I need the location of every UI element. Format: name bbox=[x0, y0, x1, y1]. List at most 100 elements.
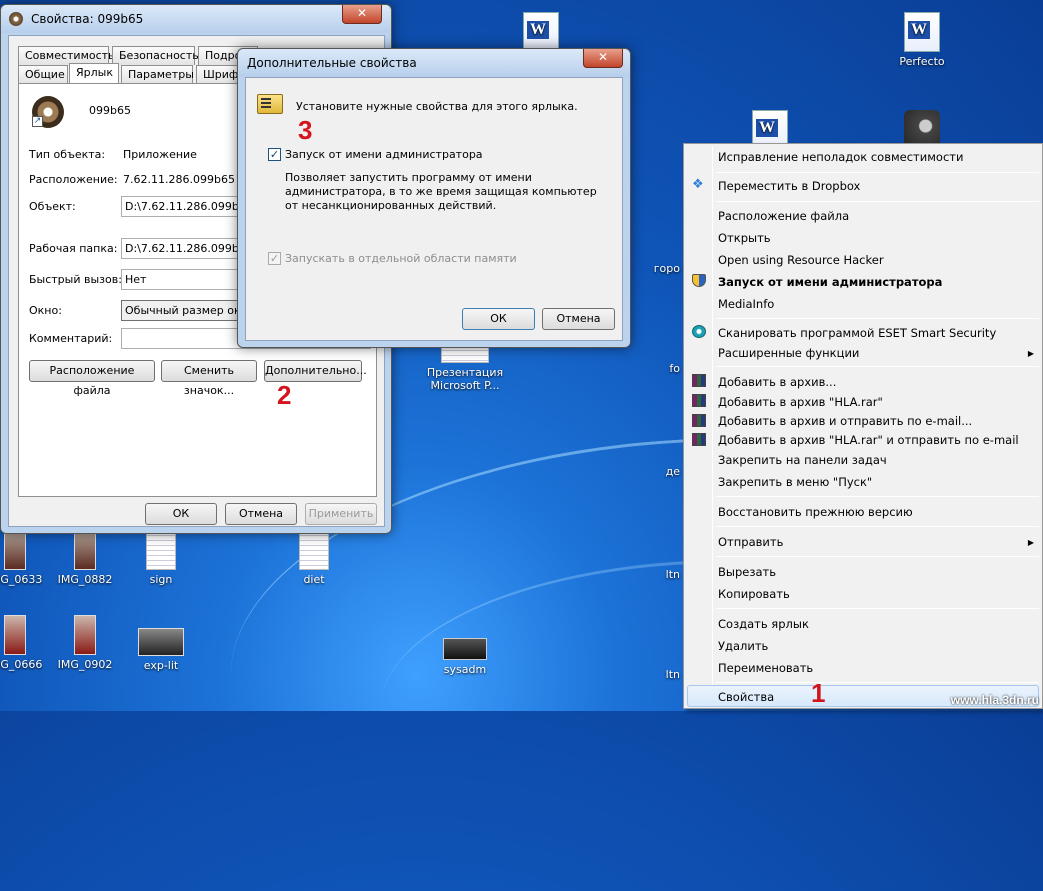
location-label: Расположение: bbox=[29, 173, 118, 186]
desktop-icon-partial[interactable]: ltn bbox=[618, 568, 680, 581]
change-icon-button[interactable]: Сменить значок... bbox=[161, 360, 257, 397]
menu-item-delete[interactable]: Удалить bbox=[718, 639, 768, 653]
menu-separator bbox=[716, 608, 1039, 609]
menu-item-add-to-hla-rar[interactable]: Добавить в архив "HLA.rar" bbox=[718, 395, 883, 409]
separate-memory-label: Запускать в отдельной области памяти bbox=[285, 252, 517, 265]
desktop-icon-label: exp-lit bbox=[143, 659, 179, 672]
desktop-icon-label: fo bbox=[669, 362, 680, 375]
image-thumbnail-icon bbox=[443, 638, 487, 660]
menu-item-hla-rar-and-email[interactable]: Добавить в архив "HLA.rar" и отправить п… bbox=[718, 433, 1019, 447]
menu-item-cut[interactable]: Вырезать bbox=[718, 565, 776, 579]
desktop-icon-explit[interactable]: exp-lit bbox=[118, 628, 204, 672]
menu-item-move-to-dropbox[interactable]: Переместить в Dropbox bbox=[718, 179, 860, 193]
menu-item-properties[interactable]: Свойства bbox=[718, 690, 774, 704]
menu-item-run-as-admin[interactable]: Запуск от имени администратора bbox=[718, 275, 942, 289]
winrar-icon bbox=[692, 433, 706, 446]
desktop-icon-label: ltn bbox=[665, 668, 680, 681]
cancel-button[interactable]: Отмена bbox=[225, 503, 297, 525]
separate-memory-checkbox[interactable]: ✓ bbox=[268, 252, 281, 265]
type-value: Приложение bbox=[123, 148, 197, 161]
menu-item-open[interactable]: Открыть bbox=[718, 231, 771, 245]
menu-item-extended-functions[interactable]: Расширенные функции bbox=[718, 346, 859, 360]
desktop-icon-label: IMG_0902 bbox=[57, 658, 113, 671]
menu-item-copy[interactable]: Копировать bbox=[718, 587, 790, 601]
workdir-label: Рабочая папка: bbox=[29, 242, 118, 255]
close-button[interactable]: ✕ bbox=[583, 49, 623, 68]
menu-item-send-to[interactable]: Отправить bbox=[718, 535, 783, 549]
target-label: Объект: bbox=[29, 200, 76, 213]
dialog-heading: Установите нужные свойства для этого ярл… bbox=[296, 100, 578, 113]
apply-button[interactable]: Применить bbox=[305, 503, 377, 525]
desktop-icon-label: горо bbox=[653, 262, 680, 275]
menu-item-mediainfo[interactable]: MediaInfo bbox=[718, 297, 774, 311]
menu-item-troubleshoot-compatibility[interactable]: Исправление неполадок совместимости bbox=[718, 150, 963, 164]
photo-thumbnail-icon bbox=[4, 615, 26, 655]
menu-item-add-to-archive[interactable]: Добавить в архив... bbox=[718, 375, 836, 389]
photo-thumbnail-icon bbox=[4, 530, 26, 570]
annotation-step-3: 3 bbox=[298, 115, 313, 145]
desktop-icon-label: Презентация Microsoft P... bbox=[426, 366, 504, 392]
menu-item-eset-scan[interactable]: Сканировать программой ESET Smart Securi… bbox=[718, 326, 996, 340]
uac-shield-icon bbox=[692, 274, 706, 287]
desktop-icon-sysadm[interactable]: sysadm bbox=[422, 638, 508, 676]
run-as-admin-checkbox[interactable]: ✓ bbox=[268, 148, 281, 161]
advanced-button[interactable]: Дополнительно... bbox=[264, 360, 367, 382]
cancel-button[interactable]: Отмена bbox=[542, 308, 615, 330]
desktop-icon-label: IMG_0633 bbox=[0, 573, 43, 586]
list-icon bbox=[261, 98, 271, 110]
shortcut-name: 099b65 bbox=[89, 104, 131, 117]
properties-title-bar[interactable]: Свойства: 099b65 ✕ bbox=[1, 5, 391, 33]
tab-options[interactable]: Параметры bbox=[121, 65, 194, 84]
menu-separator bbox=[716, 496, 1039, 497]
advanced-properties-dialog: Дополнительные свойства ✕ Установите нуж… bbox=[237, 48, 631, 348]
dialog-title: Дополнительные свойства bbox=[247, 56, 417, 70]
location-value: 7.62.11.286.099b65 bbox=[123, 173, 235, 186]
photo-thumbnail-icon bbox=[74, 615, 96, 655]
tab-security[interactable]: Безопасность bbox=[112, 46, 199, 65]
word-document-icon bbox=[523, 12, 559, 52]
document-icon bbox=[299, 530, 329, 570]
desktop-icon-partial[interactable]: ltn bbox=[618, 668, 680, 681]
tab-shortcut[interactable]: Ярлык bbox=[69, 63, 119, 84]
desktop-icon-img0902[interactable]: IMG_0902 bbox=[42, 615, 128, 671]
desktop-icon-label: де bbox=[665, 465, 680, 478]
close-button[interactable]: ✕ bbox=[342, 5, 382, 24]
menu-item-archive-and-email[interactable]: Добавить в архив и отправить по e-mail..… bbox=[718, 414, 972, 428]
desktop-icon-sign[interactable]: sign bbox=[118, 530, 204, 586]
ok-button[interactable]: ОК bbox=[145, 503, 217, 525]
menu-item-pin-to-taskbar[interactable]: Закрепить на панели задач bbox=[718, 453, 887, 467]
desktop-icon-label: sign bbox=[149, 573, 173, 586]
window-mode-label: Окно: bbox=[29, 304, 62, 317]
photo-thumbnail-icon bbox=[74, 530, 96, 570]
submenu-arrow-icon: ▶ bbox=[1027, 349, 1034, 358]
desktop-icon-partial[interactable]: де bbox=[618, 465, 680, 478]
tab-general[interactable]: Общие bbox=[18, 65, 68, 84]
dropbox-icon: ❖ bbox=[692, 177, 704, 192]
menu-separator bbox=[716, 682, 1039, 683]
menu-gutter bbox=[712, 146, 713, 706]
type-label: Тип объекта: bbox=[29, 148, 106, 161]
menu-item-file-location[interactable]: Расположение файла bbox=[718, 209, 849, 223]
menu-item-rename[interactable]: Переименовать bbox=[718, 661, 813, 675]
menu-item-pin-to-start[interactable]: Закрепить в меню "Пуск" bbox=[718, 475, 872, 489]
menu-item-restore-previous[interactable]: Восстановить прежнюю версию bbox=[718, 505, 913, 519]
advanced-title-bar[interactable]: Дополнительные свойства ✕ bbox=[238, 49, 630, 77]
ok-button[interactable]: ОК bbox=[462, 308, 535, 330]
desktop-icon-partial[interactable]: fo bbox=[618, 362, 680, 375]
run-as-admin-label[interactable]: Запуск от имени администратора bbox=[285, 148, 483, 161]
watermark: www.hla.3dn.ru bbox=[950, 693, 1039, 707]
eset-icon bbox=[692, 325, 706, 338]
desktop-icon-img0882[interactable]: IMG_0882 bbox=[42, 530, 128, 586]
desktop-icon-perfecto[interactable]: Perfecto bbox=[879, 12, 965, 68]
menu-item-resource-hacker[interactable]: Open using Resource Hacker bbox=[718, 253, 884, 267]
open-file-location-button[interactable]: Расположение файла bbox=[29, 360, 155, 397]
hotkey-label: Быстрый вызов: bbox=[29, 273, 122, 286]
context-menu: Исправление неполадок совместимости ❖ Пе… bbox=[683, 143, 1043, 709]
desktop-icon-diet[interactable]: diet bbox=[271, 530, 357, 586]
menu-item-create-shortcut[interactable]: Создать ярлык bbox=[718, 617, 809, 631]
desktop-icon-label: sysadm bbox=[443, 663, 487, 676]
tab-font[interactable]: Шрифт bbox=[196, 65, 245, 84]
menu-separator bbox=[716, 201, 1039, 202]
comment-label: Комментарий: bbox=[29, 332, 113, 345]
desktop-icon-presentation[interactable]: Презентация Microsoft P... bbox=[422, 345, 508, 392]
